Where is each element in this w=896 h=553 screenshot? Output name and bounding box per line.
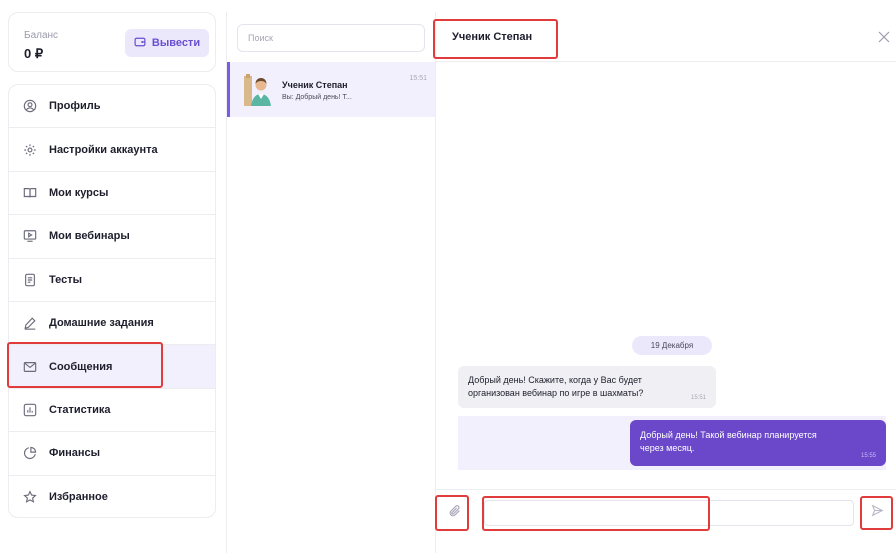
- sidebar-item-homework[interactable]: Домашние задания: [9, 302, 215, 346]
- message-text: Добрый день! Такой вебинар планируется ч…: [640, 430, 817, 453]
- star-icon: [23, 490, 37, 504]
- conversation-panel: Ученик Степан 19 Декабря Добрый день! Ск…: [435, 12, 896, 553]
- sidebar-item-label: Тесты: [49, 273, 83, 286]
- sidebar-item-label: Профиль: [49, 100, 101, 113]
- chart-icon: [23, 403, 37, 417]
- sidebar-item-label: Статистика: [49, 403, 111, 416]
- sidebar-item-label: Настройки аккаунта: [49, 143, 158, 156]
- conversation-header: Ученик Степан: [436, 12, 896, 62]
- balance-label: Баланс: [24, 30, 59, 41]
- search-input[interactable]: [237, 24, 425, 52]
- sidebar-item-tests[interactable]: Тесты: [9, 259, 215, 302]
- withdraw-label: Вывести: [151, 37, 201, 49]
- video-icon: [23, 229, 37, 243]
- mail-icon: [23, 360, 37, 374]
- chats-panel: Ученик Степан Вы: Добрый день! Т... 15:5…: [226, 12, 436, 553]
- sidebar-item-favorites[interactable]: Избранное: [9, 476, 215, 517]
- balance-value: 0 ₽: [24, 46, 44, 61]
- chat-preview: Вы: Добрый день! Т...: [282, 94, 352, 101]
- pencil-icon: [23, 316, 37, 330]
- avatar: [242, 72, 274, 106]
- pie-chart-icon: [23, 446, 37, 460]
- sidebar-item-label: Сообщения: [49, 360, 113, 373]
- chat-name: Ученик Степан: [282, 80, 348, 90]
- user-icon: [23, 99, 37, 113]
- send-icon: [871, 504, 884, 522]
- incoming-message: Добрый день! Скажите, когда у Вас будет …: [458, 366, 716, 408]
- book-icon: [23, 186, 37, 200]
- attach-button[interactable]: [444, 502, 466, 524]
- outgoing-message: Добрый день! Такой вебинар планируется ч…: [630, 420, 886, 466]
- sidebar-menu: Профиль Настройки аккаунта Мои курсы Мои…: [8, 84, 216, 518]
- conversation-title: Ученик Степан: [452, 31, 533, 43]
- sidebar-item-label: Мои вебинары: [49, 230, 130, 243]
- message-composer: [436, 489, 896, 553]
- sidebar-item-profile[interactable]: Профиль: [9, 85, 215, 129]
- sidebar-item-settings[interactable]: Настройки аккаунта: [9, 128, 215, 172]
- sidebar-item-courses[interactable]: Мои курсы: [9, 172, 215, 216]
- paperclip-icon: [448, 504, 462, 523]
- sidebar-item-label: Мои курсы: [49, 186, 109, 199]
- send-button[interactable]: [866, 502, 888, 524]
- sidebar-item-label: Домашние задания: [49, 317, 154, 330]
- chat-list-item[interactable]: Ученик Степан Вы: Добрый день! Т... 15:5…: [227, 62, 436, 117]
- chat-time: 15:51: [409, 75, 427, 82]
- sidebar-item-label: Финансы: [49, 447, 101, 460]
- withdraw-button[interactable]: Вывести: [125, 29, 209, 57]
- message-time: 15:51: [690, 395, 706, 401]
- sidebar-item-messages[interactable]: Сообщения: [9, 345, 215, 389]
- sidebar-item-finance[interactable]: Финансы: [9, 432, 215, 476]
- balance-card: Баланс 0 ₽ Вывести: [8, 12, 216, 72]
- wallet-icon: [134, 36, 146, 51]
- message-input[interactable]: [484, 500, 854, 526]
- date-separator: 19 Декабря: [632, 336, 712, 355]
- outgoing-message-row: Добрый день! Такой вебинар планируется ч…: [458, 416, 886, 470]
- sidebar-item-statistics[interactable]: Статистика: [9, 389, 215, 433]
- message-text: Добрый день! Скажите, когда у Вас будет …: [468, 375, 644, 398]
- message-time: 15:55: [860, 453, 876, 459]
- gear-icon: [23, 143, 37, 157]
- sidebar-item-label: Избранное: [49, 491, 108, 504]
- sidebar-item-webinars[interactable]: Мои вебинары: [9, 215, 215, 259]
- document-icon: [23, 273, 37, 287]
- close-icon[interactable]: [877, 30, 891, 44]
